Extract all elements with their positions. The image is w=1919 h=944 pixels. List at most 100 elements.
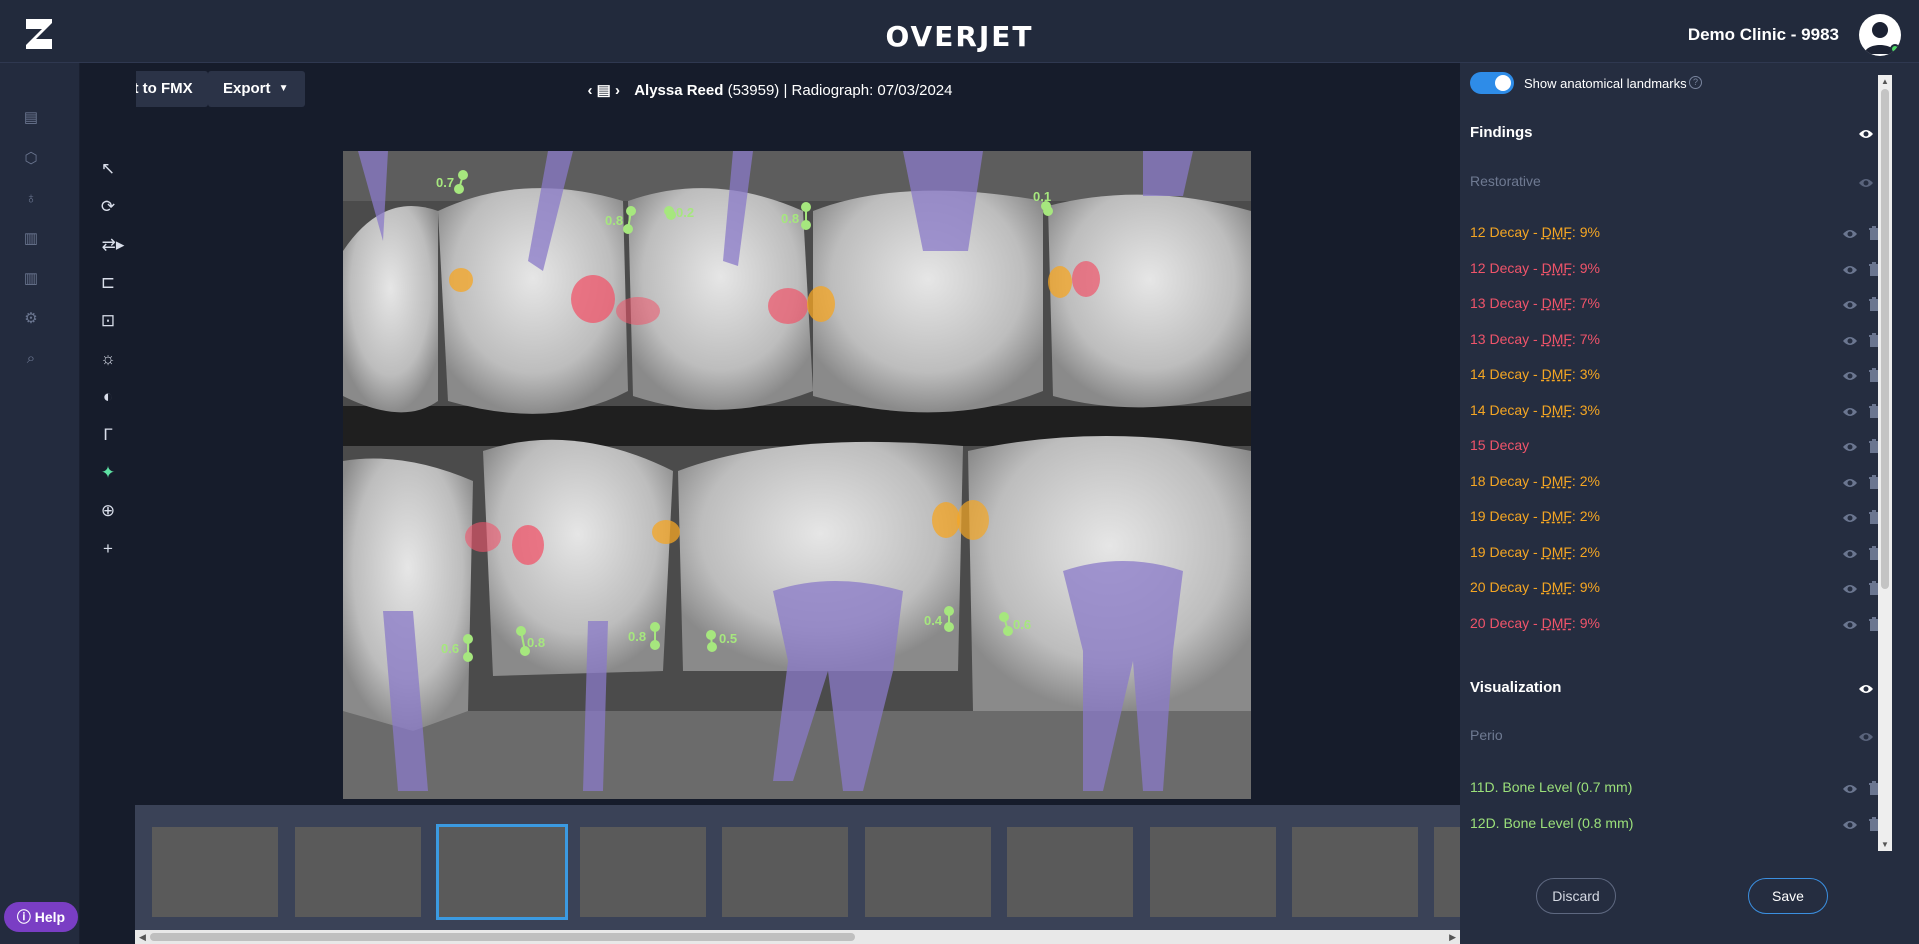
radiograph-thumbnail-active[interactable] [436,824,568,920]
bone-level-row[interactable]: 11D. Bone Level (0.7 mm) [1470,779,1880,799]
dmf-link[interactable]: DMF [1542,331,1572,347]
eye-icon[interactable] [1842,406,1858,418]
gamma-icon[interactable]: Γ [96,423,120,447]
dmf-link[interactable]: DMF [1542,579,1572,595]
scroll-down-icon[interactable]: ▼ [1881,840,1889,849]
dmf-link[interactable]: DMF [1542,224,1572,240]
eye-icon[interactable] [1842,512,1858,524]
gear-icon[interactable]: ⚙ [22,310,40,328]
finding-row[interactable]: 12 Decay - DMF: 9% [1470,224,1880,244]
landmarks-toggle[interactable] [1470,72,1514,94]
dmf-link[interactable]: DMF [1542,508,1572,524]
dmf-link[interactable]: DMF [1542,295,1572,311]
discard-button[interactable]: Discard [1536,878,1616,914]
finding-row[interactable]: 13 Decay - DMF: 7% [1470,331,1880,351]
eye-icon[interactable] [1842,783,1858,795]
dmf-percent: : 9% [1571,579,1600,595]
finding-row[interactable]: 14 Decay - DMF: 3% [1470,402,1880,422]
dmf-link[interactable]: DMF [1542,615,1572,631]
radiograph-thumbnail[interactable] [1434,827,1460,917]
eye-icon[interactable] [1842,228,1858,240]
eye-icon[interactable] [1842,477,1858,489]
scrollbar-thumb[interactable] [150,933,855,941]
eye-icon[interactable] [1858,177,1874,189]
eye-icon[interactable] [1842,819,1858,831]
question-icon[interactable]: ? [1689,76,1702,89]
dmf-link[interactable]: DMF [1542,402,1572,418]
scroll-up-icon[interactable]: ▲ [1881,77,1889,86]
finding-row[interactable]: 15 Decay [1470,437,1880,457]
dmf-link[interactable]: DMF [1542,366,1572,382]
finding-row[interactable]: 14 Decay - DMF: 3% [1470,366,1880,386]
zoom-image-icon[interactable]: ⊡ [96,309,120,333]
dmf-link[interactable]: DMF [1542,544,1572,560]
ai-sparkle-icon[interactable]: ✦ [96,461,120,485]
finding-row[interactable]: 18 Decay - DMF: 2% [1470,473,1880,493]
filmstrip-scrollbar[interactable]: ◀ ▶ [135,930,1460,944]
panel-scrollbar[interactable]: ▲ ▼ [1878,75,1892,851]
eye-icon[interactable] [1842,370,1858,382]
eye-icon[interactable] [1842,583,1858,595]
dmf-link[interactable]: DMF [1542,473,1572,489]
eye-icon[interactable] [1858,683,1874,695]
tooth-icon[interactable]: ♁ [22,190,40,208]
eye-icon[interactable] [1842,264,1858,276]
eye-icon[interactable] [1858,128,1874,140]
top-bar: OVERJET Demo Clinic - 9983 [0,0,1919,63]
radiograph-thumbnail[interactable] [152,827,278,917]
analytics-icon[interactable]: ▥ [22,230,40,248]
eye-icon[interactable] [1842,619,1858,631]
clinic-name[interactable]: Demo Clinic - 9983 [1688,25,1839,45]
select-pointer-icon[interactable]: ↖ [96,157,120,181]
reports-icon[interactable]: ▥ [22,270,40,288]
radiograph-thumbnail[interactable] [1150,827,1276,917]
radiograph-thumbnail[interactable] [865,827,991,917]
calendar-icon[interactable]: ▤ [22,109,40,127]
finding-row[interactable]: 20 Decay - DMF: 9% [1470,615,1880,635]
finding-row[interactable]: 19 Decay - DMF: 2% [1470,544,1880,564]
measurement-label: 0.4 [924,613,943,628]
save-button[interactable]: Save [1748,878,1828,914]
prev-next-radiograph-icon[interactable]: ‹ ▤ › [588,82,621,99]
toggle-knob [1495,75,1511,91]
rotate-icon[interactable]: ⟳ [96,195,120,219]
bone-level-label: 11D. Bone Level (0.7 mm) [1470,779,1633,795]
eye-icon[interactable] [1842,548,1858,560]
patient-id: (53959) [727,82,780,99]
cube-icon[interactable]: ⬡ [22,150,40,168]
finding-label: 12 Decay - DMF: 9% [1470,224,1600,240]
target-icon[interactable]: ⊕ [96,499,120,523]
scroll-right-icon[interactable]: ▶ [1449,930,1456,944]
app-root: OVERJET Demo Clinic - 9983 ▤ ⬡ ♁ ▥ ▥ ⚙ ⌕… [0,0,1919,944]
finding-row[interactable]: 19 Decay - DMF: 2% [1470,508,1880,528]
eye-icon[interactable] [1858,731,1874,743]
eye-icon[interactable] [1842,299,1858,311]
radiograph-canvas: 0.7 0.8 0.2 0.8 0.1 0.6 0.8 0.8 0.5 0.4 … [343,151,1251,799]
scrollbar-thumb[interactable] [1881,89,1889,589]
flip-icon[interactable]: ⇄▸ [96,233,130,257]
avatar[interactable] [1859,14,1901,56]
contrast-icon[interactable]: ◐ [96,385,120,409]
finding-row[interactable]: 12 Decay - DMF: 9% [1470,260,1880,280]
radiograph-thumbnail[interactable] [580,827,706,917]
measure-icon[interactable]: ⊏ [96,271,120,295]
radiograph-thumbnail[interactable] [1007,827,1133,917]
search-icon[interactable]: ⌕ [22,350,40,368]
brightness-icon[interactable]: ☼ [96,347,120,371]
dmf-percent: : 2% [1571,508,1600,524]
radiograph-thumbnail[interactable] [722,827,848,917]
radiograph-thumbnail[interactable] [295,827,421,917]
help-button[interactable]: ⓘ Help [4,902,78,932]
radiograph-thumbnail[interactable] [1292,827,1418,917]
finding-row[interactable]: 20 Decay - DMF: 9% [1470,579,1880,599]
findings-title: Findings [1470,124,1533,141]
help-label: Help [34,909,66,925]
eye-icon[interactable] [1842,335,1858,347]
radiograph-image[interactable]: 0.7 0.8 0.2 0.8 0.1 0.6 0.8 0.8 0.5 0.4 … [343,151,1251,799]
dmf-link[interactable]: DMF [1542,260,1572,276]
eye-icon[interactable] [1842,441,1858,453]
bone-level-row[interactable]: 12D. Bone Level (0.8 mm) [1470,815,1880,835]
scroll-left-icon[interactable]: ◀ [139,930,146,944]
add-icon[interactable]: + [96,537,120,561]
finding-row[interactable]: 13 Decay - DMF: 7% [1470,295,1880,315]
